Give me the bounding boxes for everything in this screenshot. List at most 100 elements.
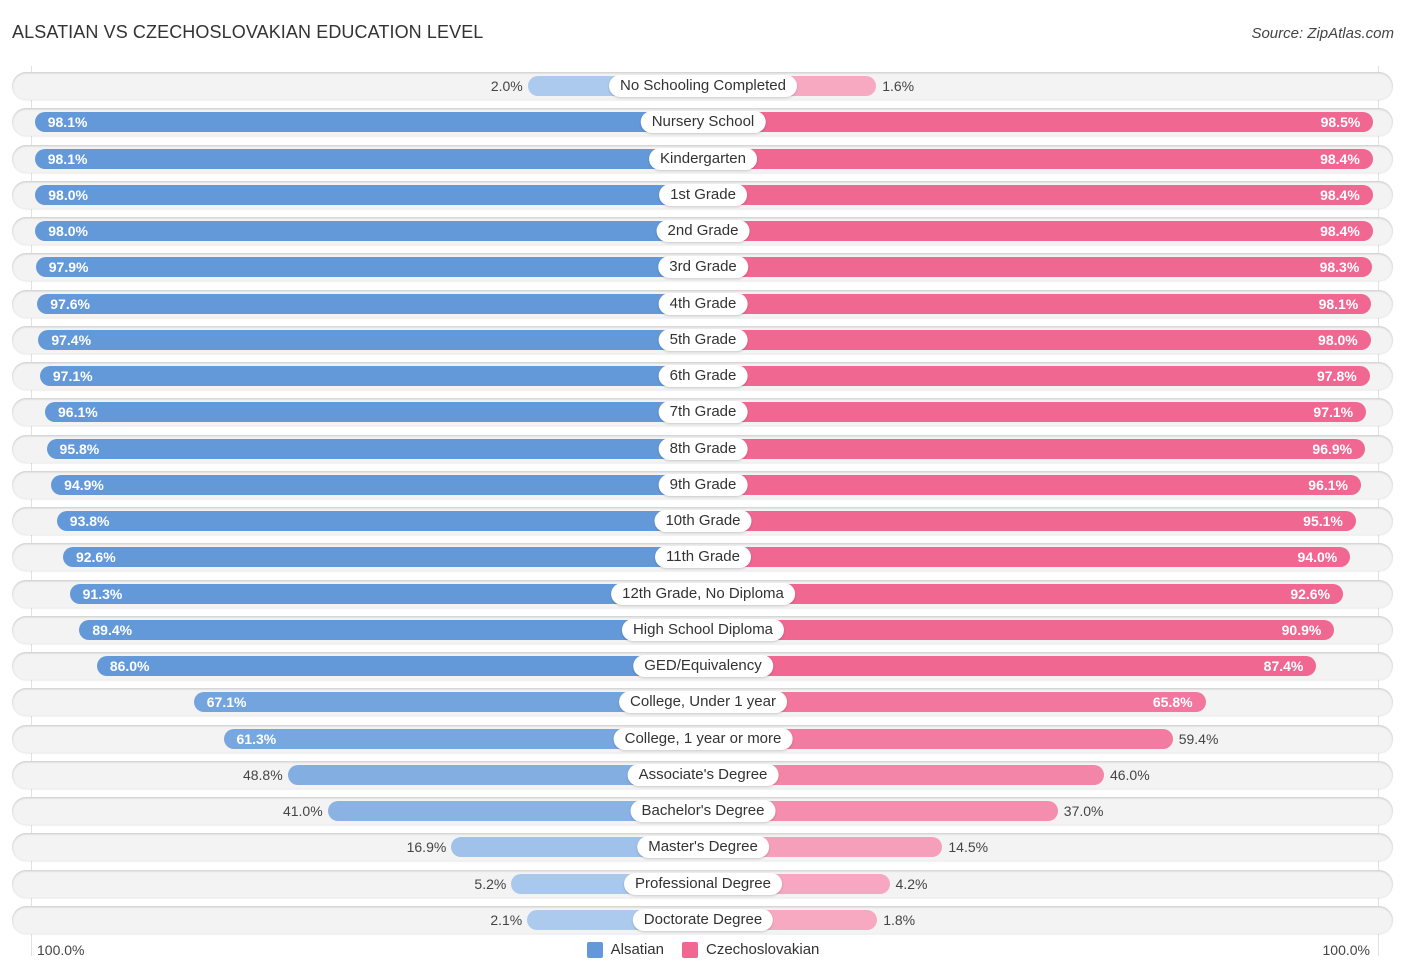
bar-alsatian-high-school-diploma[interactable] bbox=[79, 619, 703, 640]
bar-czechoslovakian-nursery-school[interactable] bbox=[703, 112, 1374, 133]
value-label-czechoslovakian-6th-grade: 97.8% bbox=[1317, 368, 1357, 385]
bar-alsatian-ged-equivalency[interactable] bbox=[96, 656, 703, 677]
bar-alsatian-6th-grade[interactable] bbox=[39, 366, 703, 387]
value-label-alsatian-high-school-diploma: 89.4% bbox=[92, 621, 133, 638]
bar-alsatian-11th-grade[interactable] bbox=[62, 547, 703, 568]
bar-czechoslovakian-ged-equivalency[interactable] bbox=[703, 656, 1317, 677]
legend-label-czechoslovakian: Czechoslovakian bbox=[705, 941, 820, 958]
legend-item-alsatian[interactable]: Alsatian bbox=[586, 941, 664, 958]
bar-alsatian-5th-grade[interactable] bbox=[38, 329, 703, 350]
value-label-czechoslovakian-9th-grade: 96.1% bbox=[1308, 476, 1348, 493]
category-label-11th-grade: 11th Grade bbox=[655, 546, 751, 569]
bar-alsatian-1st-grade[interactable] bbox=[35, 184, 703, 205]
bar-czechoslovakian-2nd-grade[interactable] bbox=[703, 221, 1373, 242]
category-label-master-s-degree: Master's Degree bbox=[637, 836, 769, 859]
value-label-alsatian-4th-grade: 97.6% bbox=[50, 295, 90, 312]
value-label-czechoslovakian-associate-s-degree: 46.0% bbox=[1109, 766, 1150, 783]
value-label-czechoslovakian-college-1-year-or-more: 59.4% bbox=[1178, 730, 1219, 747]
legend: Alsatian Czechoslovakian bbox=[0, 941, 1406, 958]
bar-czechoslovakian-7th-grade[interactable] bbox=[703, 402, 1367, 423]
value-label-czechoslovakian-7th-grade: 97.1% bbox=[1313, 404, 1354, 421]
value-label-czechoslovakian-ged-equivalency: 87.4% bbox=[1263, 658, 1304, 675]
value-label-czechoslovakian-2nd-grade: 98.4% bbox=[1320, 223, 1360, 240]
bar-alsatian-4th-grade[interactable] bbox=[37, 293, 703, 314]
value-label-alsatian-no-schooling-completed: 2.0% bbox=[490, 78, 523, 94]
bar-alsatian-2nd-grade[interactable] bbox=[35, 221, 703, 242]
category-label-associate-s-degree: Associate's Degree bbox=[627, 763, 779, 786]
category-label-doctorate-degree: Doctorate Degree bbox=[632, 908, 774, 931]
bar-alsatian-12th-grade-no-diploma[interactable] bbox=[69, 583, 703, 604]
bar-alsatian-8th-grade[interactable] bbox=[46, 438, 703, 459]
bar-czechoslovakian-8th-grade[interactable] bbox=[703, 438, 1366, 459]
bar-czechoslovakian-high-school-diploma[interactable] bbox=[703, 619, 1335, 640]
category-label-6th-grade: 6th Grade bbox=[658, 365, 748, 388]
value-label-alsatian-11th-grade: 92.6% bbox=[75, 549, 116, 566]
category-label-12th-grade-no-diploma: 12th Grade, No Diploma bbox=[611, 582, 795, 605]
value-label-alsatian-9th-grade: 94.9% bbox=[64, 476, 104, 493]
value-label-czechoslovakian-12th-grade-no-diploma: 92.6% bbox=[1290, 585, 1331, 602]
value-label-alsatian-1st-grade: 98.0% bbox=[48, 186, 88, 203]
value-label-alsatian-8th-grade: 95.8% bbox=[59, 440, 100, 457]
category-label-nursery-school: Nursery School bbox=[640, 111, 766, 134]
value-label-alsatian-kindergarten: 98.1% bbox=[47, 150, 88, 167]
category-label-4th-grade: 4th Grade bbox=[658, 292, 748, 315]
category-label-college-1-year-or-more: College, 1 year or more bbox=[613, 727, 793, 750]
category-label-7th-grade: 7th Grade bbox=[658, 401, 748, 424]
category-label-8th-grade: 8th Grade bbox=[658, 437, 748, 460]
value-label-alsatian-6th-grade: 97.1% bbox=[52, 368, 93, 385]
value-label-czechoslovakian-4th-grade: 98.1% bbox=[1318, 295, 1359, 312]
value-label-alsatian-college-1-year-or-more: 61.3% bbox=[236, 730, 277, 747]
value-label-czechoslovakian-11th-grade: 94.0% bbox=[1297, 549, 1338, 566]
value-label-czechoslovakian-1st-grade: 98.4% bbox=[1320, 186, 1360, 203]
category-label-2nd-grade: 2nd Grade bbox=[656, 220, 750, 243]
value-label-czechoslovakian-no-schooling-completed: 1.6% bbox=[882, 78, 915, 94]
bar-alsatian-9th-grade[interactable] bbox=[51, 474, 703, 495]
bar-czechoslovakian-5th-grade[interactable] bbox=[703, 329, 1371, 350]
category-label-no-schooling-completed: No Schooling Completed bbox=[609, 75, 797, 97]
bar-czechoslovakian-10th-grade[interactable] bbox=[703, 511, 1356, 532]
value-label-alsatian-10th-grade: 93.8% bbox=[69, 513, 110, 530]
value-label-czechoslovakian-bachelor-s-degree: 37.0% bbox=[1063, 803, 1104, 820]
category-label-college-under-1-year: College, Under 1 year bbox=[619, 691, 787, 714]
bar-alsatian-3rd-grade[interactable] bbox=[35, 257, 703, 278]
category-label-professional-degree: Professional Degree bbox=[624, 872, 782, 895]
bar-czechoslovakian-4th-grade[interactable] bbox=[703, 293, 1372, 314]
category-label-9th-grade: 9th Grade bbox=[658, 473, 748, 496]
bar-alsatian-7th-grade[interactable] bbox=[45, 402, 703, 423]
bar-czechoslovakian-9th-grade[interactable] bbox=[703, 474, 1361, 495]
value-label-czechoslovakian-nursery-school: 98.5% bbox=[1320, 114, 1361, 131]
value-label-czechoslovakian-college-under-1-year: 65.8% bbox=[1152, 694, 1193, 711]
bar-czechoslovakian-6th-grade[interactable] bbox=[703, 366, 1370, 387]
legend-item-czechoslovakian[interactable]: Czechoslovakian bbox=[681, 941, 820, 958]
value-label-czechoslovakian-5th-grade: 98.0% bbox=[1318, 331, 1358, 348]
legend-swatch-alsatian bbox=[586, 941, 603, 958]
value-label-czechoslovakian-master-s-degree: 14.5% bbox=[948, 839, 989, 856]
value-label-alsatian-bachelor-s-degree: 41.0% bbox=[282, 803, 323, 820]
category-label-bachelor-s-degree: Bachelor's Degree bbox=[630, 800, 776, 823]
value-label-alsatian-ged-equivalency: 86.0% bbox=[109, 658, 150, 675]
category-label-10th-grade: 10th Grade bbox=[654, 510, 752, 533]
value-label-alsatian-master-s-degree: 16.9% bbox=[406, 839, 447, 856]
category-label-ged-equivalency: GED/Equivalency bbox=[633, 655, 773, 678]
value-label-alsatian-professional-degree: 5.2% bbox=[474, 875, 507, 892]
bar-czechoslovakian-1st-grade[interactable] bbox=[703, 184, 1373, 205]
value-label-alsatian-7th-grade: 96.1% bbox=[58, 404, 98, 421]
value-label-alsatian-2nd-grade: 98.0% bbox=[48, 223, 88, 240]
bar-czechoslovakian-kindergarten[interactable] bbox=[703, 148, 1373, 169]
value-label-alsatian-12th-grade-no-diploma: 91.3% bbox=[82, 585, 123, 602]
bar-alsatian-nursery-school[interactable] bbox=[34, 112, 703, 133]
bar-czechoslovakian-11th-grade[interactable] bbox=[703, 547, 1351, 568]
bar-alsatian-kindergarten[interactable] bbox=[34, 148, 703, 169]
bar-czechoslovakian-3rd-grade[interactable] bbox=[703, 257, 1373, 278]
category-label-high-school-diploma: High School Diploma bbox=[621, 618, 785, 641]
category-label-kindergarten: Kindergarten bbox=[649, 147, 757, 170]
value-label-alsatian-5th-grade: 97.4% bbox=[51, 331, 92, 348]
bar-alsatian-10th-grade[interactable] bbox=[56, 511, 703, 532]
value-label-czechoslovakian-3rd-grade: 98.3% bbox=[1319, 259, 1360, 276]
category-label-5th-grade: 5th Grade bbox=[658, 328, 748, 351]
bar-czechoslovakian-12th-grade-no-diploma[interactable] bbox=[703, 583, 1344, 604]
legend-label-alsatian: Alsatian bbox=[610, 941, 664, 958]
value-label-czechoslovakian-10th-grade: 95.1% bbox=[1303, 513, 1343, 530]
category-label-3rd-grade: 3rd Grade bbox=[658, 256, 748, 279]
value-label-czechoslovakian-kindergarten: 98.4% bbox=[1320, 150, 1360, 167]
